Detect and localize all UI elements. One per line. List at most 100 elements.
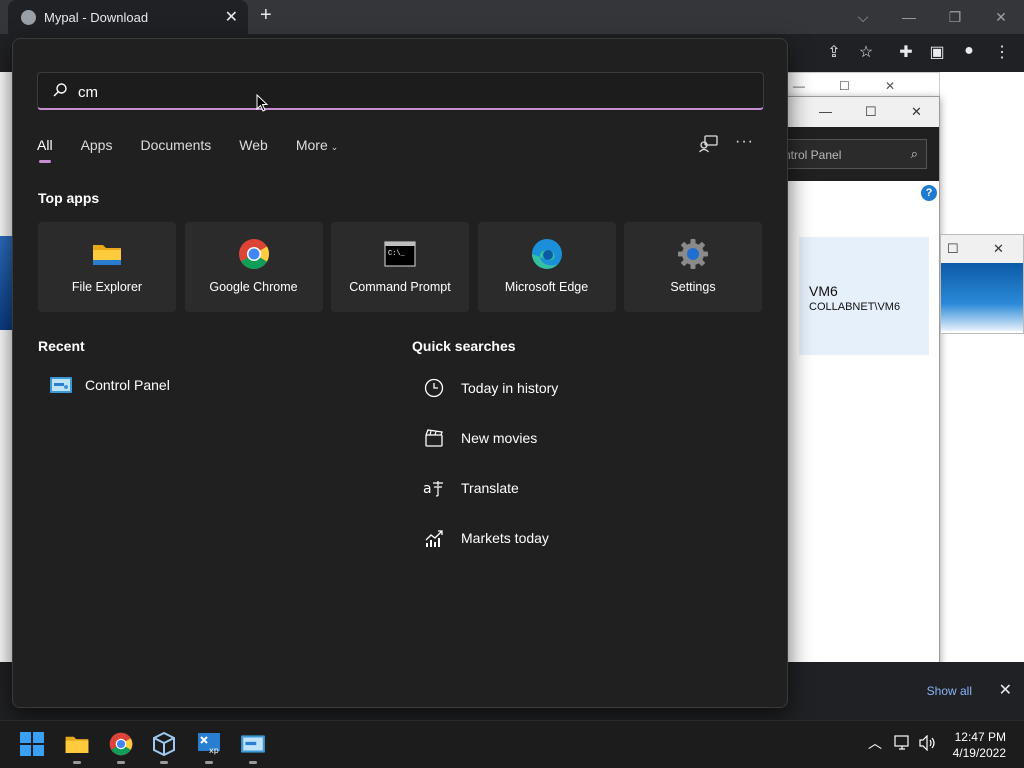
app-tile-label: Command Prompt <box>349 280 451 294</box>
maximize-icon[interactable]: ☐ <box>839 79 850 93</box>
recent-item-control-panel[interactable]: Control Panel <box>49 375 170 395</box>
running-indicator <box>205 761 213 764</box>
tab-apps[interactable]: Apps <box>81 137 113 163</box>
close-icon[interactable]: ✕ <box>885 79 895 93</box>
side-panel-icon[interactable]: ▣ <box>927 42 947 62</box>
taskbar-clock[interactable]: 12:47 PM 4/19/2022 <box>953 729 1006 761</box>
svg-text:xp: xp <box>209 746 219 755</box>
tab-documents[interactable]: Documents <box>140 137 211 163</box>
browser-menu-icon[interactable]: ⋮ <box>992 42 1012 62</box>
quick-search-today-in-history[interactable]: Today in history <box>423 377 558 399</box>
help-icon[interactable]: ? <box>921 185 937 201</box>
app-tile-settings[interactable]: Settings <box>624 222 762 312</box>
mouse-cursor-icon <box>256 94 268 112</box>
quick-search-new-movies[interactable]: New movies <box>423 427 537 449</box>
tab-all[interactable]: All <box>37 137 53 163</box>
search-input[interactable] <box>78 81 738 103</box>
quick-search-label: Markets today <box>461 530 549 546</box>
tab-search-icon[interactable]: ⌵ <box>840 0 886 34</box>
maximize-icon[interactable]: ☐ <box>865 104 877 120</box>
quick-searches-heading: Quick searches <box>412 338 516 354</box>
app-tile-label: Settings <box>670 280 716 294</box>
running-indicator <box>117 761 125 764</box>
share-icon[interactable]: ⇪ <box>824 42 844 62</box>
gear-icon <box>678 239 708 269</box>
minimize-button[interactable]: — <box>886 0 932 34</box>
control-panel-addressbar: ntrol Panel ⌕ <box>771 127 939 181</box>
edge-icon <box>531 239 562 269</box>
top-apps-heading: Top apps <box>38 190 100 206</box>
extensions-icon[interactable]: ✚ <box>896 42 916 62</box>
control-panel-search-input[interactable]: ntrol Panel ⌕ <box>777 139 927 169</box>
xp-mode-icon: xp <box>198 733 220 755</box>
app-tile-microsoft-edge[interactable]: Microsoft Edge <box>477 222 616 312</box>
chart-icon <box>423 527 445 549</box>
clock-date: 4/19/2022 <box>952 746 1006 760</box>
user-account: COLLABNET\VM6 <box>809 301 901 313</box>
taskbar-chrome[interactable] <box>108 731 134 764</box>
filter-tabs: All Apps Documents Web More ⌄ <box>37 137 366 163</box>
profile-icon[interactable]: ● <box>959 42 979 62</box>
start-icon <box>20 732 44 756</box>
minimize-icon[interactable]: — <box>793 79 805 93</box>
quick-search-label: Translate <box>461 480 519 496</box>
close-tab-button[interactable]: ✕ <box>225 7 238 27</box>
svg-text:C:\_: C:\_ <box>388 250 406 258</box>
feedback-icon[interactable] <box>699 135 719 153</box>
taskbar: xp ︿ 12:47 PM 4/19/2022 <box>0 720 1024 768</box>
search-icon <box>53 83 67 97</box>
start-button[interactable] <box>19 731 45 757</box>
quick-search-translate[interactable]: a Translate <box>423 477 519 499</box>
chrome-icon <box>238 239 269 270</box>
app-tile-label: Microsoft Edge <box>504 280 589 294</box>
folder-icon <box>93 245 121 265</box>
close-window-button[interactable]: ✕ <box>978 0 1024 34</box>
tab-more[interactable]: More ⌄ <box>296 137 338 163</box>
show-hidden-icons-chevron-icon[interactable]: ︿ <box>868 733 882 753</box>
virtualbox-icon <box>153 731 175 757</box>
close-icon[interactable]: ✕ <box>993 241 1004 257</box>
search-box[interactable] <box>37 72 764 110</box>
user-name: VM6 <box>809 283 838 299</box>
chevron-down-icon: ⌄ <box>330 142 339 152</box>
tab-web[interactable]: Web <box>239 137 268 163</box>
close-icon[interactable]: ✕ <box>911 104 922 120</box>
close-download-bar-button[interactable]: ✕ <box>999 680 1012 700</box>
app-tile-label: Google Chrome <box>209 280 298 294</box>
user-account-card[interactable]: VM6 COLLABNET\VM6 <box>799 237 929 355</box>
control-panel-icon <box>241 735 265 753</box>
search-icon: ⌕ <box>910 146 918 161</box>
taskbar-virtualbox[interactable] <box>151 731 177 764</box>
browser-tab-title: Mypal - Download <box>44 10 149 25</box>
app-tile-command-prompt[interactable]: C:\_ Command Prompt <box>331 222 469 312</box>
clapperboard-icon <box>423 427 445 449</box>
running-indicator <box>249 761 257 764</box>
taskbar-control-panel[interactable] <box>240 731 266 764</box>
file-explorer-icon <box>65 736 89 753</box>
window-controls: ⌵ — ❐ ✕ <box>840 0 1024 34</box>
translate-icon: a <box>423 477 445 499</box>
minimize-icon[interactable]: — <box>819 104 832 119</box>
taskbar-xp-mode[interactable]: xp <box>196 731 222 764</box>
control-panel-icon <box>50 377 72 393</box>
quick-search-label: New movies <box>461 430 538 446</box>
network-icon[interactable] <box>894 735 912 751</box>
quick-search-markets-today[interactable]: Markets today <box>423 527 549 549</box>
wallpaper-thumbnail <box>941 263 1023 331</box>
new-tab-button[interactable]: + <box>260 4 272 27</box>
taskbar-file-explorer[interactable] <box>64 731 90 764</box>
volume-icon[interactable] <box>919 735 937 751</box>
top-apps-list: File Explorer Google Chrome C:\_ Command… <box>38 222 771 312</box>
app-tile-label: File Explorer <box>71 280 143 294</box>
browser-tabstrip: Mypal - Download ✕ + ⌵ — ❐ ✕ <box>0 0 1024 34</box>
quick-search-label: Today in history <box>461 380 559 396</box>
more-options-button[interactable]: ··· <box>735 133 754 151</box>
show-all-link[interactable]: Show all <box>927 684 972 698</box>
app-tile-file-explorer[interactable]: File Explorer <box>38 222 176 312</box>
restore-button[interactable]: ❐ <box>932 0 978 34</box>
app-tile-google-chrome[interactable]: Google Chrome <box>184 222 323 312</box>
bookmark-star-icon[interactable]: ☆ <box>856 42 876 62</box>
control-panel-window: — ☐ ✕ ntrol Panel ⌕ ? VM6 COLLABNET\VM6 <box>770 96 940 688</box>
maximize-icon[interactable]: ☐ <box>947 241 959 257</box>
browser-tab[interactable]: Mypal - Download ✕ <box>8 0 248 34</box>
